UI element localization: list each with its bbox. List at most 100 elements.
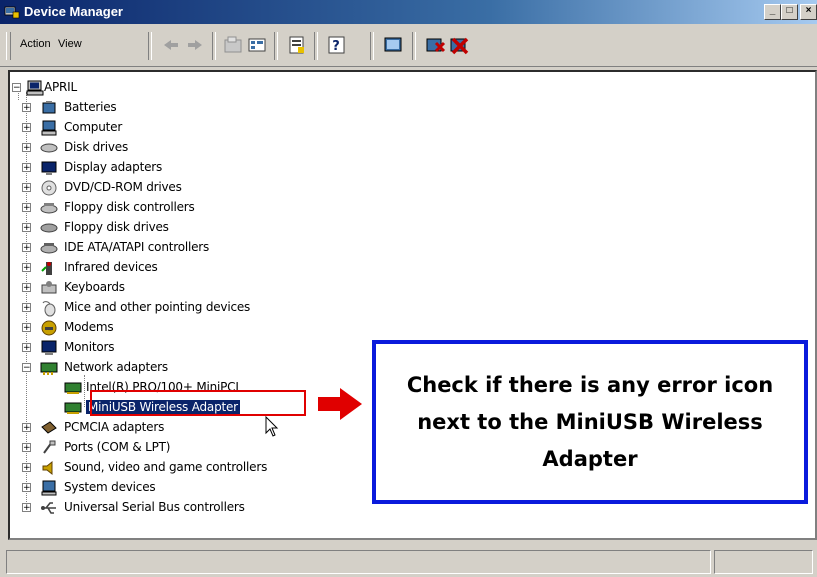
- tree-item-modems[interactable]: + Modems: [10, 318, 310, 338]
- tree-item-usb-controllers[interactable]: + Universal Serial Bus controllers: [10, 498, 310, 518]
- collapse-icon[interactable]: −: [12, 83, 21, 93]
- tree-item-floppy-controllers[interactable]: + Floppy disk controllers: [10, 198, 310, 218]
- tree-item-monitors[interactable]: + Monitors: [10, 338, 310, 358]
- toolbar-separator: [370, 32, 374, 60]
- expand-icon[interactable]: +: [22, 423, 31, 433]
- expand-icon[interactable]: +: [22, 343, 31, 353]
- floppy-drive-icon: [40, 223, 58, 233]
- back-icon[interactable]: [160, 35, 182, 55]
- floppy-controller-icon: [40, 203, 58, 214]
- expand-icon[interactable]: +: [22, 323, 31, 333]
- sound-icon: [42, 460, 53, 476]
- tree-item-display-adapters[interactable]: + Display adapters: [10, 158, 310, 178]
- status-panel-secondary: [714, 550, 813, 574]
- expand-icon[interactable]: +: [22, 103, 31, 113]
- arrow-right-icon: [318, 388, 362, 420]
- device-manager-window: Device Manager _ □ × Action View ? − APR…: [0, 0, 817, 577]
- tree-item-label: Monitors: [64, 340, 115, 354]
- scan-icon[interactable]: [382, 35, 404, 55]
- expand-icon[interactable]: +: [22, 303, 31, 313]
- tree-item-label: Floppy disk drives: [64, 220, 169, 234]
- callout-text: Check if there is any error icon next to…: [406, 372, 774, 471]
- tree-item-system-devices[interactable]: + System devices: [10, 478, 310, 498]
- tree-item-mice[interactable]: + Mice and other pointing devices: [10, 298, 310, 318]
- tree-item-label: System devices: [64, 480, 156, 494]
- title-bar[interactable]: Device Manager _ □ ×: [0, 0, 817, 24]
- toolbar-separator: [148, 32, 152, 60]
- tree-item-label: Display adapters: [64, 160, 163, 174]
- keyboard-icon: [41, 281, 57, 294]
- up-icon[interactable]: [222, 35, 244, 55]
- collapse-icon[interactable]: −: [22, 363, 31, 373]
- expand-icon[interactable]: +: [22, 463, 31, 473]
- expand-icon[interactable]: +: [22, 483, 31, 493]
- highlight-box: [90, 390, 306, 416]
- forward-icon[interactable]: [184, 35, 206, 55]
- tree-item-ports[interactable]: + Ports (COM & LPT): [10, 438, 310, 458]
- tree-item-label: Ports (COM & LPT): [64, 440, 171, 454]
- tree-item-label: IDE ATA/ATAPI controllers: [64, 240, 210, 254]
- callout-box: Check if there is any error icon next to…: [372, 340, 808, 504]
- toolbar-separator: [212, 32, 216, 60]
- properties-icon[interactable]: [286, 35, 308, 55]
- battery-icon: [42, 101, 56, 114]
- ide-icon: [40, 243, 58, 254]
- expand-icon[interactable]: +: [22, 143, 31, 153]
- menu-view[interactable]: View: [58, 38, 82, 50]
- menu-action[interactable]: Action: [20, 38, 51, 50]
- device-manager-icon: [4, 6, 20, 19]
- tree-item-label: Floppy disk controllers: [64, 200, 195, 214]
- maximize-button[interactable]: □: [781, 4, 798, 20]
- tree-item-floppy-drives[interactable]: + Floppy disk drives: [10, 218, 310, 238]
- tree-item-label: Disk drives: [64, 140, 129, 154]
- display-icon: [41, 161, 57, 175]
- toolbar-grip: [6, 32, 11, 60]
- expand-icon[interactable]: +: [22, 443, 31, 453]
- modem-icon: [41, 320, 57, 336]
- tree-item-infrared[interactable]: + Infrared devices: [10, 258, 310, 278]
- close-button[interactable]: ×: [800, 4, 817, 20]
- nic-icon: [64, 382, 82, 394]
- status-bar: [0, 544, 817, 577]
- pcmcia-icon: [41, 421, 57, 434]
- tree-item-network-adapters[interactable]: − Network adapters: [10, 358, 310, 378]
- view-icon[interactable]: [246, 35, 268, 55]
- tree-item-label: Mice and other pointing devices: [64, 300, 251, 314]
- tree-item-batteries[interactable]: + Batteries: [10, 98, 310, 118]
- expand-icon[interactable]: +: [22, 503, 31, 513]
- toolbar-separator: [412, 32, 416, 60]
- cursor-icon: [265, 416, 279, 437]
- tree-item-label: Universal Serial Bus controllers: [64, 500, 245, 514]
- expand-icon[interactable]: +: [22, 123, 31, 133]
- expand-icon[interactable]: +: [22, 183, 31, 193]
- computer-icon: [41, 120, 57, 136]
- tree-item-computer[interactable]: + Computer: [10, 118, 310, 138]
- expand-icon[interactable]: +: [22, 203, 31, 213]
- minimize-button[interactable]: _: [764, 4, 781, 20]
- tree-item-dvd-cdrom[interactable]: + DVD/CD-ROM drives: [10, 178, 310, 198]
- toolbar-separator: [314, 32, 318, 60]
- expand-icon[interactable]: +: [22, 283, 31, 293]
- expand-icon[interactable]: +: [22, 223, 31, 233]
- usb-icon: [41, 502, 56, 514]
- tree-item-label: Infrared devices: [64, 260, 158, 274]
- uninstall-icon[interactable]: [448, 35, 470, 55]
- tree-item-disk-drives[interactable]: + Disk drives: [10, 138, 310, 158]
- update-driver-icon[interactable]: [424, 35, 446, 55]
- expand-icon[interactable]: +: [22, 163, 31, 173]
- toolbar: Action View ?: [0, 26, 817, 67]
- tree-root[interactable]: − APRIL: [10, 78, 130, 98]
- help-icon[interactable]: ?: [326, 35, 348, 55]
- svg-text:?: ?: [332, 39, 340, 54]
- tree-item-keyboards[interactable]: + Keyboards: [10, 278, 310, 298]
- tree-item-label: Sound, video and game controllers: [64, 460, 268, 474]
- expand-icon[interactable]: +: [22, 263, 31, 273]
- disk-drive-icon: [40, 143, 58, 153]
- expand-icon[interactable]: +: [22, 243, 31, 253]
- tree-item-ide-controllers[interactable]: + IDE ATA/ATAPI controllers: [10, 238, 310, 258]
- window-title: Device Manager: [24, 4, 123, 19]
- tree-item-label: DVD/CD-ROM drives: [64, 180, 182, 194]
- monitor-icon: [41, 340, 57, 355]
- tree-item-sound-video[interactable]: + Sound, video and game controllers: [10, 458, 310, 478]
- tree-item-label: Batteries: [64, 100, 117, 114]
